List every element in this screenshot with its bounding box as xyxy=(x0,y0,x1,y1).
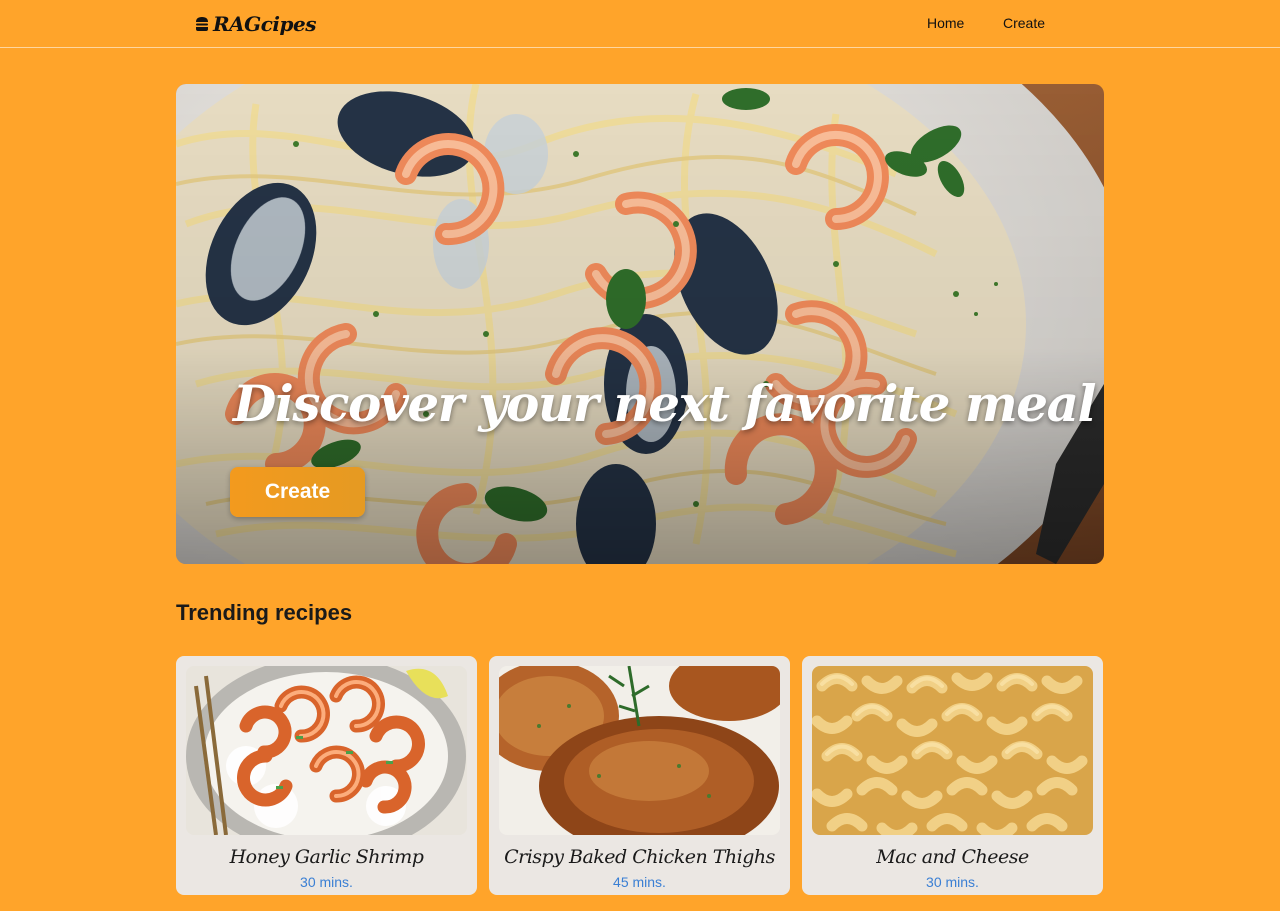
recipe-card[interactable]: Crispy Baked Chicken Thighs 45 mins. xyxy=(489,656,790,895)
brand-logo[interactable]: RAGcipes xyxy=(195,11,316,37)
trending-title: Trending recipes xyxy=(176,600,353,625)
recipe-title: Mac and Cheese xyxy=(876,846,1029,868)
hero-headline: Discover your next favorite meal xyxy=(233,374,1096,433)
recipe-time: 30 mins. xyxy=(926,874,979,890)
hero-create-button[interactable]: Create xyxy=(230,467,365,517)
recipe-image xyxy=(812,666,1093,835)
recipe-title: Crispy Baked Chicken Thighs xyxy=(504,846,775,868)
navbar: RAGcipes Home Create xyxy=(0,0,1280,48)
shrimp-rice-image xyxy=(186,666,467,835)
mac-and-cheese-image xyxy=(812,666,1093,835)
brand-name: RAGcipes xyxy=(213,12,316,36)
recipe-time: 30 mins. xyxy=(300,874,353,890)
recipe-image xyxy=(186,666,467,835)
nav-create-link[interactable]: Create xyxy=(1003,15,1045,31)
hero-banner: Discover your next favorite meal Create xyxy=(176,84,1104,564)
burger-icon xyxy=(196,17,208,31)
recipe-title: Honey Garlic Shrimp xyxy=(229,846,424,868)
nav-home-link[interactable]: Home xyxy=(927,15,964,31)
recipe-image xyxy=(499,666,780,835)
chicken-thighs-image xyxy=(499,666,780,835)
recipe-time: 45 mins. xyxy=(613,874,666,890)
recipe-card[interactable]: Mac and Cheese 30 mins. xyxy=(802,656,1103,895)
recipe-card[interactable]: Honey Garlic Shrimp 30 mins. xyxy=(176,656,477,895)
